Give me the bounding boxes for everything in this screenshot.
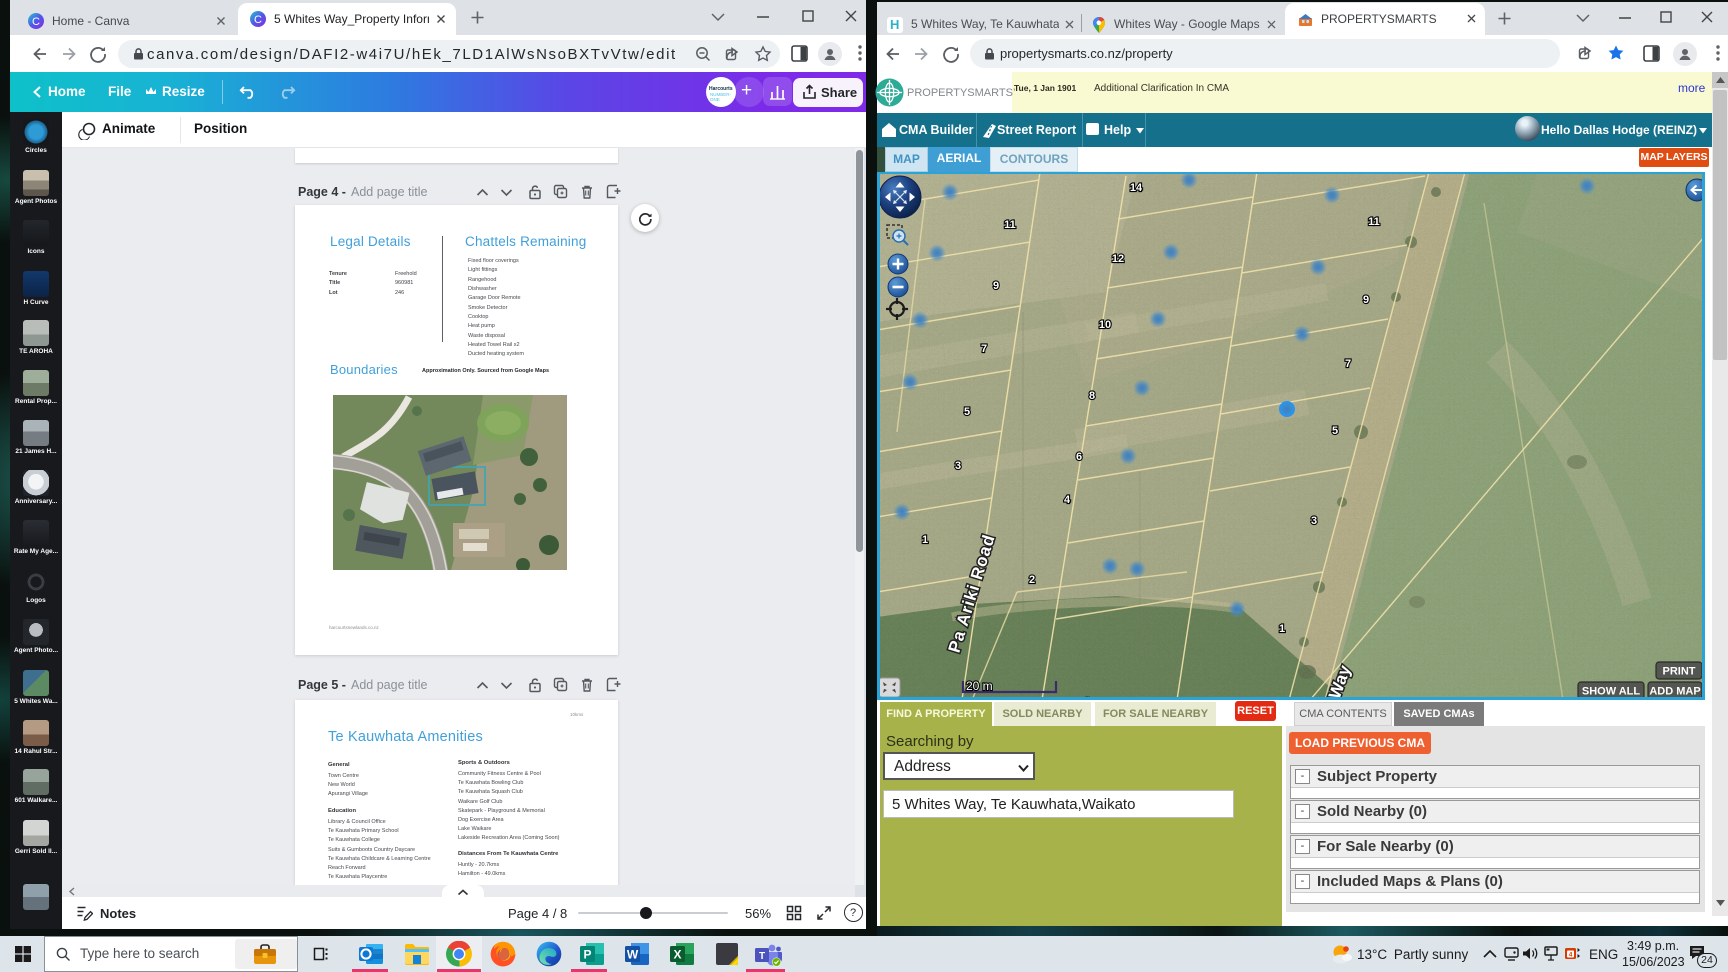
svg-text:7: 7 (981, 343, 987, 355)
svg-text:5: 5 (964, 406, 970, 418)
svg-text:1: 1 (922, 534, 928, 546)
svg-text:P: P (583, 948, 591, 962)
svg-text:4: 4 (1569, 952, 1573, 959)
svg-text:7: 7 (1345, 358, 1351, 370)
svg-text:14: 14 (1130, 182, 1143, 194)
svg-text:20 m: 20 m (966, 679, 993, 693)
svg-text:8: 8 (1089, 390, 1095, 402)
svg-text:3: 3 (955, 460, 961, 472)
svg-text:SHOW ALL: SHOW ALL (1582, 686, 1641, 698)
svg-text:X: X (673, 948, 681, 962)
svg-text:4: 4 (1064, 494, 1071, 506)
svg-text:T: T (759, 951, 765, 962)
svg-text:9: 9 (1363, 294, 1369, 306)
svg-text:9: 9 (993, 280, 999, 292)
svg-text:1: 1 (1279, 623, 1285, 635)
svg-text:12: 12 (1112, 253, 1124, 265)
svg-text:11: 11 (1004, 219, 1016, 231)
svg-text:5: 5 (1332, 425, 1338, 437)
svg-text:10: 10 (1099, 319, 1111, 331)
svg-text:11: 11 (1368, 216, 1380, 228)
svg-text:C: C (254, 14, 262, 26)
svg-text:ADD MAP: ADD MAP (1649, 686, 1700, 698)
svg-text:3: 3 (1311, 515, 1317, 527)
svg-text:2: 2 (1029, 574, 1035, 586)
svg-text:6: 6 (1076, 451, 1082, 463)
svg-text:PRINT: PRINT (1663, 666, 1696, 678)
svg-text:C: C (32, 16, 40, 28)
svg-text:W: W (627, 948, 639, 962)
